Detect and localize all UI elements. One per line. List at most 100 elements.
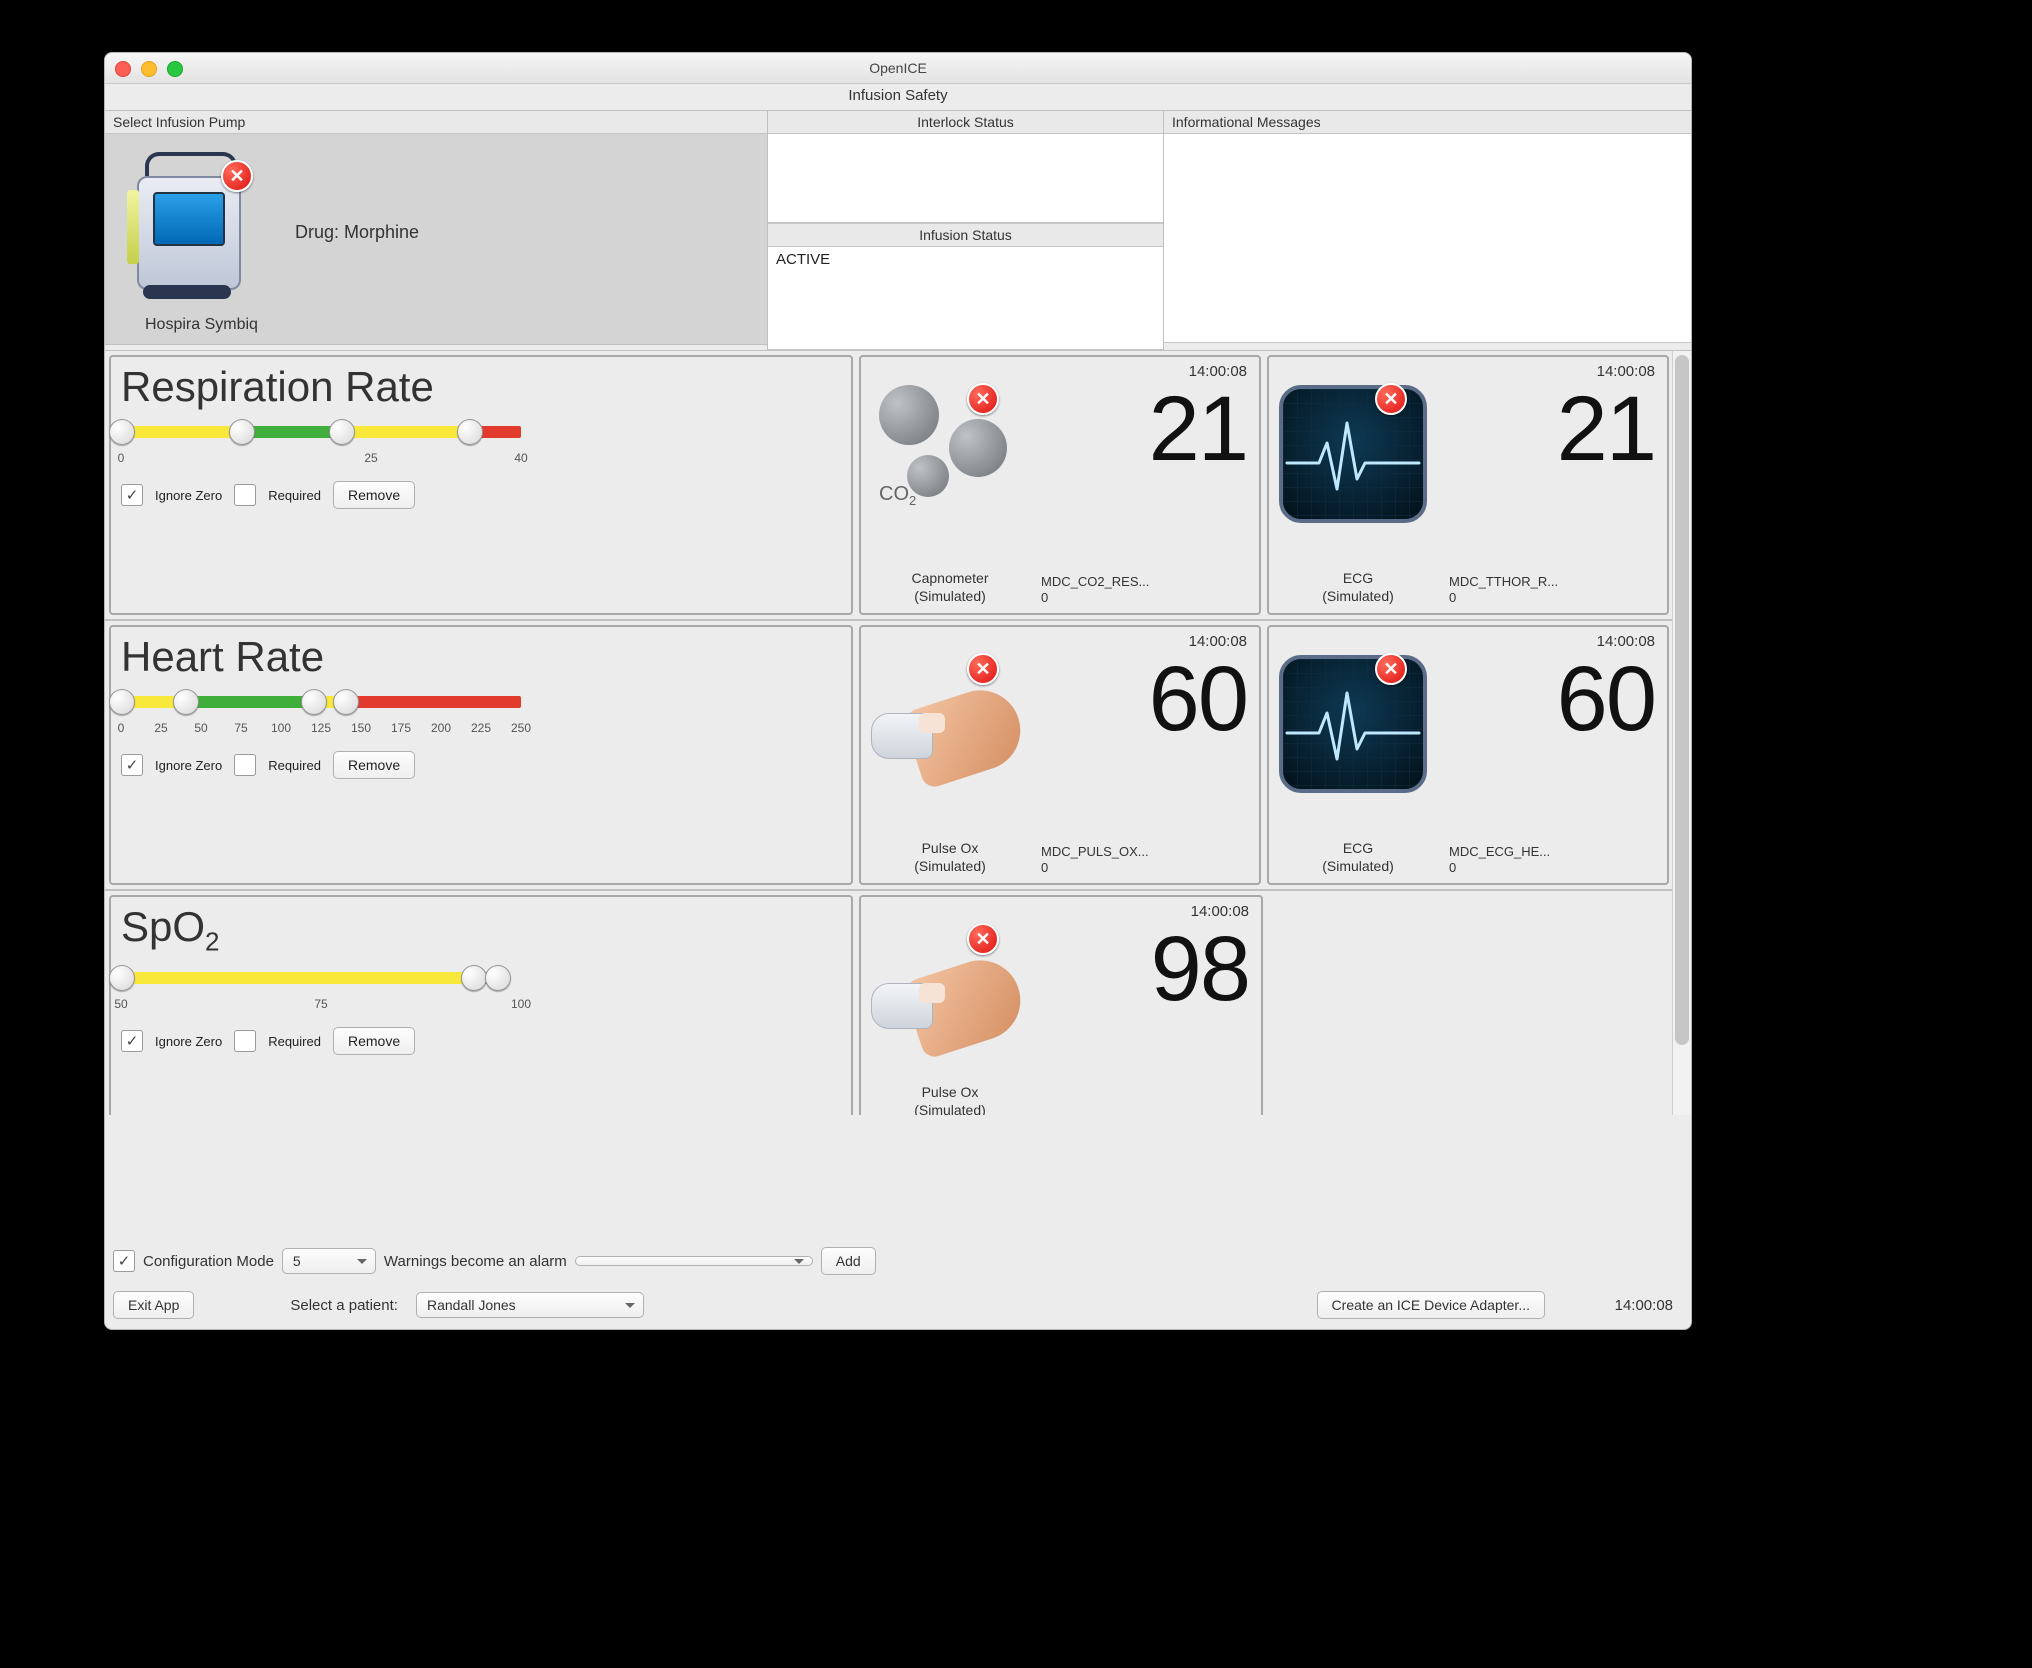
interlock-status-box xyxy=(768,134,1163,223)
device-error-icon: ✕ xyxy=(967,383,999,415)
vital-config: SpO2 5075100 ✓ Ignore Zero Required Remo… xyxy=(109,895,853,1115)
required-checkbox[interactable] xyxy=(234,484,256,506)
close-window-icon[interactable] xyxy=(115,61,131,77)
reading-card[interactable]: ✕ 14:00:08 98 Pulse Ox (Simulated) xyxy=(859,895,1263,1115)
remove-button[interactable]: Remove xyxy=(333,1027,415,1055)
required-label: Required xyxy=(268,1034,321,1049)
infusion-status-value: ACTIVE xyxy=(776,251,830,268)
co2-icon: CO2 xyxy=(871,385,1021,515)
reading-value: 21 xyxy=(1149,377,1247,482)
titlebar: OpenICE xyxy=(105,53,1691,84)
range-knob[interactable] xyxy=(109,419,135,445)
warning-count-select[interactable]: 5 xyxy=(282,1248,376,1274)
ignore-zero-label: Ignore Zero xyxy=(155,488,222,503)
range-knob[interactable] xyxy=(301,689,327,715)
reading-value: 60 xyxy=(1149,647,1247,752)
vitals-list: Respiration Rate 0 25 40 ✓ Ignore Zero Req… xyxy=(105,351,1673,1115)
scale-tick: 50 xyxy=(114,997,127,1011)
pump-selector[interactable]: ✕ Drug: Morphine Hospira Symbiq xyxy=(105,134,767,345)
metric-sub: 0 xyxy=(1449,590,1456,605)
required-label: Required xyxy=(268,488,321,503)
range-knob[interactable] xyxy=(109,965,135,991)
page-subtitle: Infusion Safety xyxy=(105,83,1691,110)
add-button[interactable]: Add xyxy=(821,1247,876,1275)
select-patient-label: Select a patient: xyxy=(290,1297,398,1314)
range-knob[interactable] xyxy=(457,419,483,445)
reading-card[interactable]: ✕ 14:00:08 21 CO2 Capnometer (Simulated)… xyxy=(859,355,1261,615)
patient-select[interactable]: Randall Jones xyxy=(416,1292,644,1318)
remove-button[interactable]: Remove xyxy=(333,751,415,779)
vital-config: Respiration Rate 0 25 40 ✓ Ignore Zero Req… xyxy=(109,355,853,615)
scale-tick: 25 xyxy=(364,451,377,465)
footer: Exit App Select a patient: Randall Jones… xyxy=(113,1291,1673,1319)
pump-name: Hospira Symbiq xyxy=(145,316,258,334)
ignore-zero-checkbox[interactable]: ✓ xyxy=(121,754,143,776)
exit-app-button[interactable]: Exit App xyxy=(113,1291,194,1319)
reading-value: 60 xyxy=(1557,647,1655,752)
reading-value: 98 xyxy=(1151,917,1249,1022)
reading-value: 21 xyxy=(1557,377,1655,482)
range-knob[interactable] xyxy=(333,689,359,715)
vital-title: Respiration Rate xyxy=(121,363,841,411)
scale-tick: 50 xyxy=(194,721,207,735)
readings: ✕ 14:00:08 60 Pulse Ox (Simulated) MDC_P… xyxy=(859,625,1669,885)
scale-tick: 225 xyxy=(471,721,491,735)
pump-device-icon: ✕ xyxy=(127,146,247,301)
vitals-scrollbar[interactable] xyxy=(1672,351,1691,1115)
minimize-window-icon[interactable] xyxy=(141,61,157,77)
config-bar: ✓ Configuration Mode 5 Warnings become a… xyxy=(113,1247,1683,1275)
scale-tick: 40 xyxy=(514,451,527,465)
config-mode-checkbox[interactable]: ✓ xyxy=(113,1250,135,1272)
config-mode-label: Configuration Mode xyxy=(143,1253,274,1270)
reading-card[interactable]: ✕ 14:00:08 60 Pulse Ox (Simulated) MDC_P… xyxy=(859,625,1261,885)
range-scale[interactable] xyxy=(121,961,521,995)
scale-tick: 25 xyxy=(154,721,167,735)
scale-tick: 100 xyxy=(271,721,291,735)
alarm-target-select[interactable] xyxy=(575,1256,813,1266)
metric-sub: 0 xyxy=(1041,860,1048,875)
scale-tick: 175 xyxy=(391,721,411,735)
range-scale[interactable] xyxy=(121,415,521,449)
create-adapter-button[interactable]: Create an ICE Device Adapter... xyxy=(1317,1291,1545,1319)
range-knob[interactable] xyxy=(109,689,135,715)
range-scale[interactable] xyxy=(121,685,521,719)
scale-tick: 0 xyxy=(118,451,125,465)
scale-tick: 75 xyxy=(234,721,247,735)
remove-button[interactable]: Remove xyxy=(333,481,415,509)
pump-error-icon: ✕ xyxy=(221,160,253,192)
scale-tick: 200 xyxy=(431,721,451,735)
vital-row: Heart Rate 0255075100125150175200225250 … xyxy=(105,621,1673,891)
scale-tick: 0 xyxy=(118,721,125,735)
metric-code: MDC_TTHOR_R... xyxy=(1449,574,1558,589)
ignore-zero-label: Ignore Zero xyxy=(155,758,222,773)
scale-tick: 100 xyxy=(511,997,531,1011)
vital-config: Heart Rate 0255075100125150175200225250 … xyxy=(109,625,853,885)
pulse-ox-icon xyxy=(871,925,1021,1055)
range-knob[interactable] xyxy=(485,965,511,991)
required-checkbox[interactable] xyxy=(234,754,256,776)
zoom-window-icon[interactable] xyxy=(167,61,183,77)
ignore-zero-checkbox[interactable]: ✓ xyxy=(121,1030,143,1052)
reading-card[interactable]: ✕ 14:00:08 21 ECG (Simulated) MDC_TTHOR_… xyxy=(1267,355,1669,615)
readings: ✕ 14:00:08 21 CO2 Capnometer (Simulated)… xyxy=(859,355,1669,615)
range-knob[interactable] xyxy=(461,965,487,991)
pump-header: Select Infusion Pump xyxy=(105,111,767,134)
range-knob[interactable] xyxy=(173,689,199,715)
ignore-zero-checkbox[interactable]: ✓ xyxy=(121,484,143,506)
infusion-status-box[interactable]: ACTIVE xyxy=(768,247,1163,350)
window-title: OpenICE xyxy=(105,60,1691,76)
device-name: Pulse Ox (Simulated) xyxy=(875,1084,1025,1115)
metric-code: MDC_PULS_OX... xyxy=(1041,844,1149,859)
interlock-header: Interlock Status xyxy=(768,111,1163,134)
device-name: Pulse Ox (Simulated) xyxy=(875,840,1025,875)
device-name: ECG (Simulated) xyxy=(1283,840,1433,875)
device-error-icon: ✕ xyxy=(967,923,999,955)
reading-card[interactable]: ✕ 14:00:08 60 ECG (Simulated) MDC_ECG_HE… xyxy=(1267,625,1669,885)
vital-title: Heart Rate xyxy=(121,633,841,681)
required-checkbox[interactable] xyxy=(234,1030,256,1052)
range-knob[interactable] xyxy=(229,419,255,445)
device-name: Capnometer (Simulated) xyxy=(875,570,1025,605)
app-window: OpenICE Infusion Safety Select Infusion … xyxy=(104,52,1692,1330)
range-knob[interactable] xyxy=(329,419,355,445)
required-label: Required xyxy=(268,758,321,773)
